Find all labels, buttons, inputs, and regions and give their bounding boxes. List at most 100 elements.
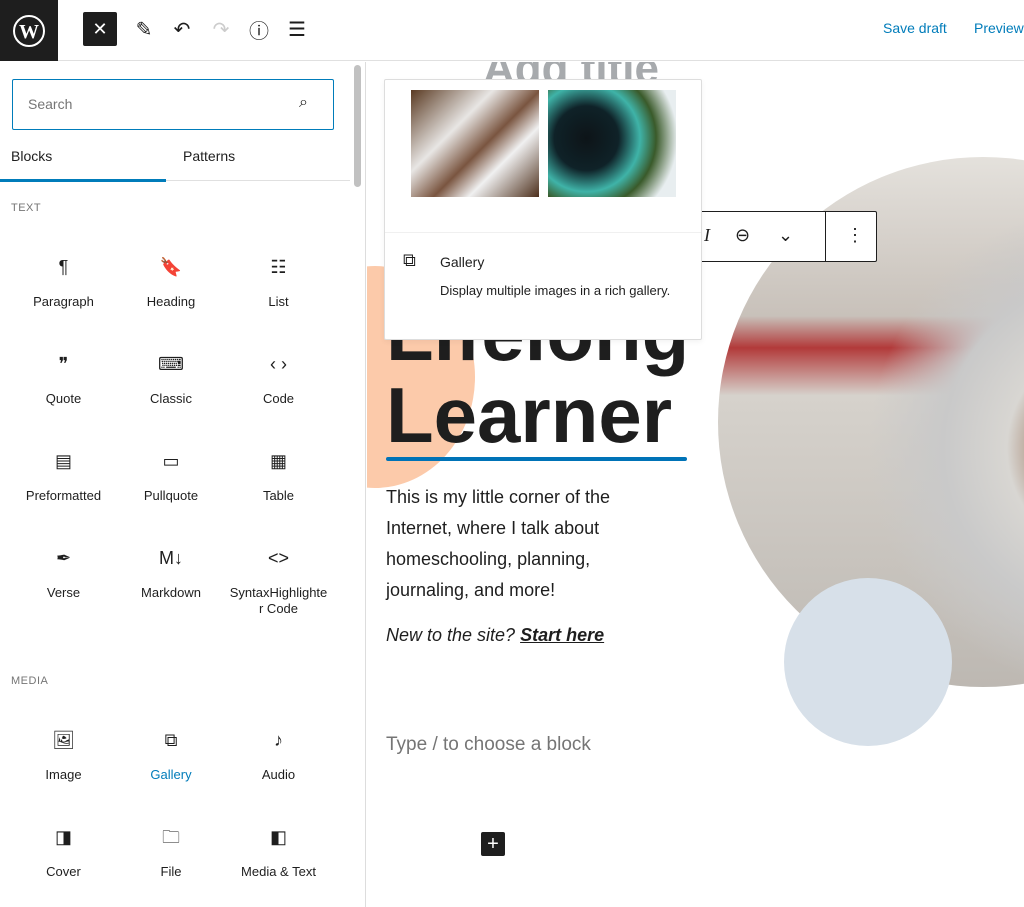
start-here-link[interactable]: Start here <box>520 625 604 645</box>
save-draft-button[interactable]: Save draft <box>883 20 947 36</box>
block-label: SyntaxHighlighter Code <box>229 585 328 616</box>
block-label: Preformatted <box>25 488 102 503</box>
cta-prefix: New to the site? <box>386 625 521 645</box>
intro-paragraph[interactable]: This is my little corner of the Internet… <box>386 482 656 606</box>
italic-button[interactable]: I <box>704 225 710 246</box>
scrollbar-thumb[interactable] <box>354 65 361 187</box>
block-label: Classic <box>150 391 192 406</box>
svg-text:W: W <box>19 21 39 43</box>
block-paragraph[interactable]: ¶ Paragraph <box>10 255 117 310</box>
block-verse[interactable]: ✒ Verse <box>10 546 117 601</box>
top-toolbar: W ✕ ✎ ↶ ↷ ⓘ ☰ Save draft Preview <box>0 0 1024 61</box>
block-cover[interactable]: ◨ Cover <box>10 825 117 880</box>
block-label: Code <box>262 391 295 406</box>
wordpress-icon: W <box>13 14 45 47</box>
cover-icon: ◨ <box>54 827 72 847</box>
block-label: Table <box>262 488 295 503</box>
media-text-icon: ◧ <box>269 827 287 847</box>
inserter-tabs: Blocks Patterns <box>0 140 350 182</box>
decorative-blue-circle <box>784 578 952 746</box>
block-list[interactable]: ☷ List <box>225 255 332 310</box>
add-block-button[interactable]: + <box>481 832 505 856</box>
popover-title: Gallery <box>440 254 485 270</box>
block-classic[interactable]: ⌨ Classic <box>118 352 225 407</box>
gallery-preview-image-1 <box>411 90 539 197</box>
block-label: Markdown <box>141 585 201 600</box>
wordpress-logo[interactable]: W <box>0 0 58 61</box>
block-label: Audio <box>261 767 296 782</box>
gallery-preview-image-2 <box>548 90 676 197</box>
block-file[interactable]: 🗀 File <box>118 825 225 880</box>
search-icon: ⌕ <box>299 94 308 111</box>
search-box[interactable]: ⌕ <box>12 79 334 130</box>
block-inserter: ⌕ Blocks Patterns TEXT MEDIA ¶ Paragraph 🔖… <box>0 62 350 907</box>
block-preview-popover: ⧉ Gallery Display multiple images in a r… <box>384 79 702 340</box>
close-inserter-button[interactable]: ✕ <box>83 12 117 46</box>
block-code[interactable]: ‹ › Code <box>225 352 332 407</box>
active-tab-indicator <box>0 179 166 182</box>
category-media: MEDIA <box>11 675 49 687</box>
info-icon[interactable]: ⓘ <box>242 12 276 46</box>
category-text: TEXT <box>11 202 42 214</box>
block-label: Cover <box>46 864 81 879</box>
pullquote-icon: ▭ <box>162 451 180 471</box>
block-markdown[interactable]: M↓ Markdown <box>118 546 225 601</box>
block-audio[interactable]: ♪ Audio <box>225 728 332 783</box>
paragraph-icon: ¶ <box>58 257 69 277</box>
block-media-text[interactable]: ◧ Media & Text <box>225 825 332 880</box>
list-icon: ☷ <box>270 257 287 277</box>
headline-line-2: Learner <box>386 371 673 459</box>
separator <box>386 457 687 461</box>
image-icon: 🖼 <box>52 730 75 750</box>
block-syntaxhighlighter-code[interactable]: <> SyntaxHighlighter Code <box>225 546 332 617</box>
code-brackets-icon: <> <box>267 548 290 568</box>
bookmark-icon: 🔖 <box>159 257 183 277</box>
block-label: Paragraph <box>33 294 94 309</box>
block-options-button[interactable]: ⋮ <box>846 225 864 246</box>
table-icon: ▦ <box>269 451 287 471</box>
block-label: Gallery <box>150 767 192 782</box>
tab-patterns[interactable]: Patterns <box>183 148 235 164</box>
editor-canvas: Add title LifelongLearner This is my lit… <box>367 62 1024 907</box>
feather-icon: ✒ <box>55 548 72 568</box>
preview-button[interactable]: Preview <box>974 20 1024 36</box>
block-label: Media & Text <box>241 864 316 879</box>
block-preformatted[interactable]: ▤ Preformatted <box>10 449 117 504</box>
preformatted-icon: ▤ <box>54 451 72 471</box>
gallery-icon: ⧉ <box>164 730 178 750</box>
block-label: List <box>268 294 289 309</box>
toolbar-divider <box>825 212 826 261</box>
more-chevron-down-icon[interactable]: ⌄ <box>778 225 793 246</box>
code-icon: ‹ › <box>270 354 287 374</box>
redo-icon[interactable]: ↷ <box>204 12 238 46</box>
search-input[interactable] <box>13 80 273 128</box>
list-view-icon[interactable]: ☰ <box>280 12 314 46</box>
block-pullquote[interactable]: ▭ Pullquote <box>118 449 225 504</box>
block-table[interactable]: ▦ Table <box>225 449 332 504</box>
quote-icon: ❞ <box>58 354 69 374</box>
cta-paragraph[interactable]: New to the site? Start here <box>386 625 604 646</box>
block-label: File <box>160 864 182 879</box>
block-label: Image <box>45 767 82 782</box>
undo-icon[interactable]: ↶ <box>165 12 199 46</box>
sidebar-scrollbar[interactable] <box>350 62 366 907</box>
tab-blocks[interactable]: Blocks <box>11 148 52 164</box>
block-toolbar: I ⊖ ⌄ ⋮ <box>687 211 877 262</box>
popover-description: Display multiple images in a rich galler… <box>440 283 671 298</box>
folder-icon: 🗀 <box>162 827 180 847</box>
gallery-icon: ⧉ <box>403 250 416 270</box>
edit-pencil-icon[interactable]: ✎ <box>127 12 161 46</box>
keyboard-icon: ⌨ <box>158 354 184 374</box>
block-image[interactable]: 🖼 Image <box>10 728 117 783</box>
music-note-icon: ♪ <box>274 730 283 750</box>
block-heading[interactable]: 🔖 Heading <box>118 255 225 310</box>
block-placeholder[interactable]: Type / to choose a block <box>386 734 591 756</box>
block-label: Heading <box>146 294 196 309</box>
popover-divider <box>385 232 701 233</box>
link-button[interactable]: ⊖ <box>735 225 750 246</box>
block-quote[interactable]: ❞ Quote <box>10 352 117 407</box>
block-label: Pullquote <box>143 488 199 503</box>
markdown-icon: M↓ <box>159 548 183 568</box>
block-label: Quote <box>45 391 82 406</box>
block-gallery[interactable]: ⧉ Gallery <box>118 728 225 783</box>
